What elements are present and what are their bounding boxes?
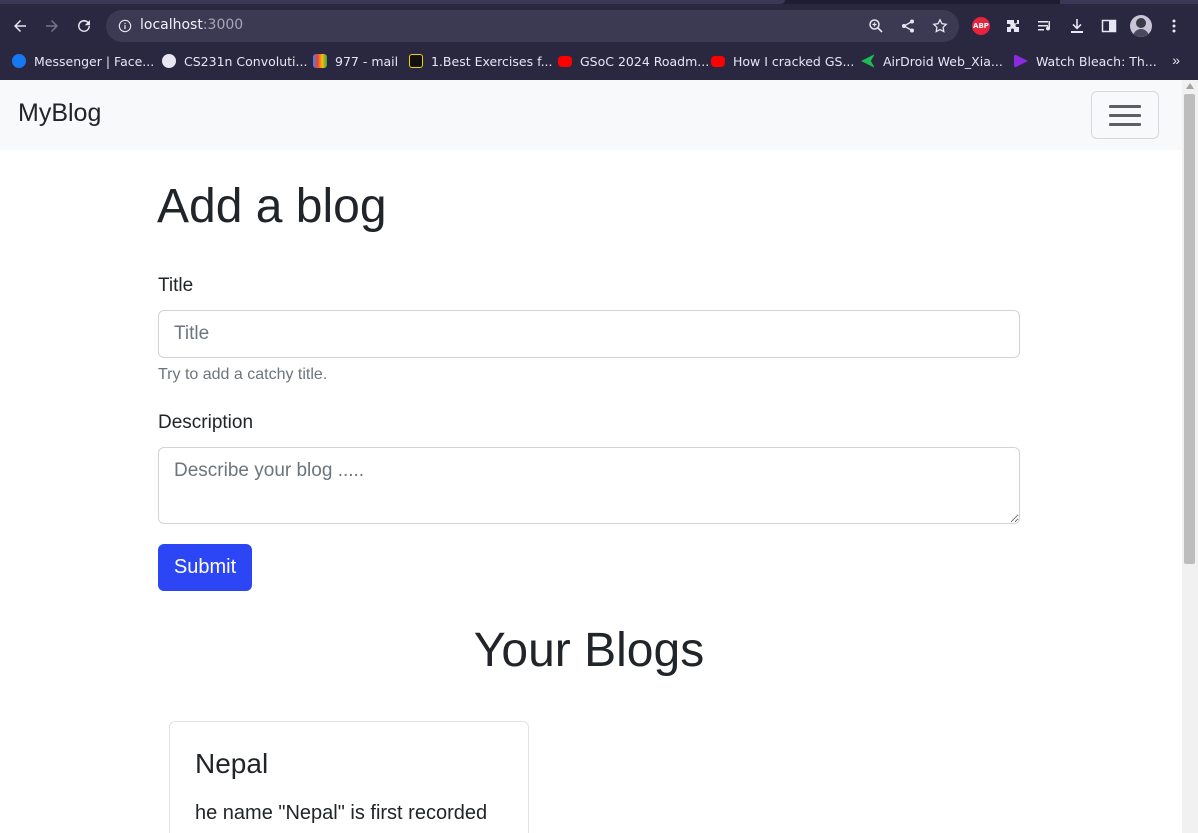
media-queue-icon[interactable] (1034, 14, 1056, 38)
share-icon[interactable] (900, 18, 916, 34)
title-label: Title (158, 275, 194, 296)
site-info-icon[interactable] (118, 19, 132, 33)
reload-icon[interactable] (72, 14, 96, 38)
menu-kebab-icon[interactable] (1163, 14, 1185, 38)
browser-chrome: localhost:3000 ABP Messenger | Face... C… (0, 0, 1198, 80)
bookmark-item[interactable]: 977 - mail (313, 52, 398, 70)
side-panel-icon[interactable] (1098, 14, 1120, 38)
page-content: MyBlog Add a blog Title Try to add a cat… (0, 80, 1182, 833)
title-input[interactable] (158, 310, 1020, 358)
bookmark-item[interactable]: Watch Bleach: Th... (1014, 52, 1157, 70)
navbar-toggler-button[interactable] (1091, 91, 1159, 139)
bookmark-star-icon[interactable] (932, 18, 948, 34)
profile-avatar[interactable] (1130, 14, 1152, 38)
blog-card: Nepal he name "Nepal" is first recorded (169, 721, 529, 833)
address-bar[interactable]: localhost:3000 (106, 10, 959, 42)
download-icon[interactable] (1066, 14, 1088, 38)
description-label: Description (158, 412, 254, 433)
hamburger-icon (1109, 103, 1141, 127)
scrollbar-thumb[interactable] (1184, 94, 1195, 564)
bookmark-item[interactable]: How I cracked GS... (711, 52, 854, 70)
bookmark-item[interactable]: 1.Best Exercises f... (409, 52, 553, 70)
navbar: MyBlog (0, 80, 1182, 150)
gmail-icon (313, 54, 327, 68)
facebook-icon (12, 54, 26, 68)
tab-edge (1060, 0, 1198, 4)
youtube-icon (558, 55, 572, 67)
page-title: Add a blog (157, 180, 387, 233)
page-scrollbar[interactable] (1182, 80, 1198, 833)
adblock-icon[interactable]: ABP (970, 14, 992, 38)
submit-button[interactable]: Submit (158, 544, 252, 591)
bookmark-item[interactable]: Messenger | Face... (12, 52, 154, 70)
bookmarks-bar: Messenger | Face... CS231n Convoluti... … (0, 48, 1198, 74)
zoom-icon[interactable] (868, 18, 884, 34)
navbar-brand[interactable]: MyBlog (18, 99, 101, 128)
forward-icon[interactable] (40, 14, 64, 38)
airdroid-icon (861, 54, 875, 68)
active-tab-edge (0, 0, 785, 4)
back-icon[interactable] (8, 14, 32, 38)
scroll-up-icon[interactable] (1186, 83, 1194, 89)
blogs-heading: Your Blogs (473, 624, 705, 677)
play-icon (1014, 54, 1028, 68)
bookmark-item[interactable]: AirDroid Web_Xia... (861, 52, 1003, 70)
bookmark-item[interactable]: CS231n Convoluti... (162, 52, 307, 70)
title-help-text: Try to add a catchy title. (158, 366, 328, 383)
youtube-icon (711, 55, 725, 67)
url-text[interactable]: localhost:3000 (140, 17, 243, 33)
globe-icon (162, 54, 176, 68)
bookmark-item[interactable]: GSoC 2024 Roadm... (558, 52, 709, 70)
more-bookmarks-icon[interactable]: » (1172, 52, 1180, 68)
blog-card-title: Nepal (195, 748, 269, 779)
description-textarea[interactable] (158, 447, 1020, 524)
blog-card-excerpt: he name "Nepal" is first recorded (195, 802, 488, 824)
s-icon (409, 54, 423, 68)
extensions-icon[interactable] (1002, 14, 1024, 38)
